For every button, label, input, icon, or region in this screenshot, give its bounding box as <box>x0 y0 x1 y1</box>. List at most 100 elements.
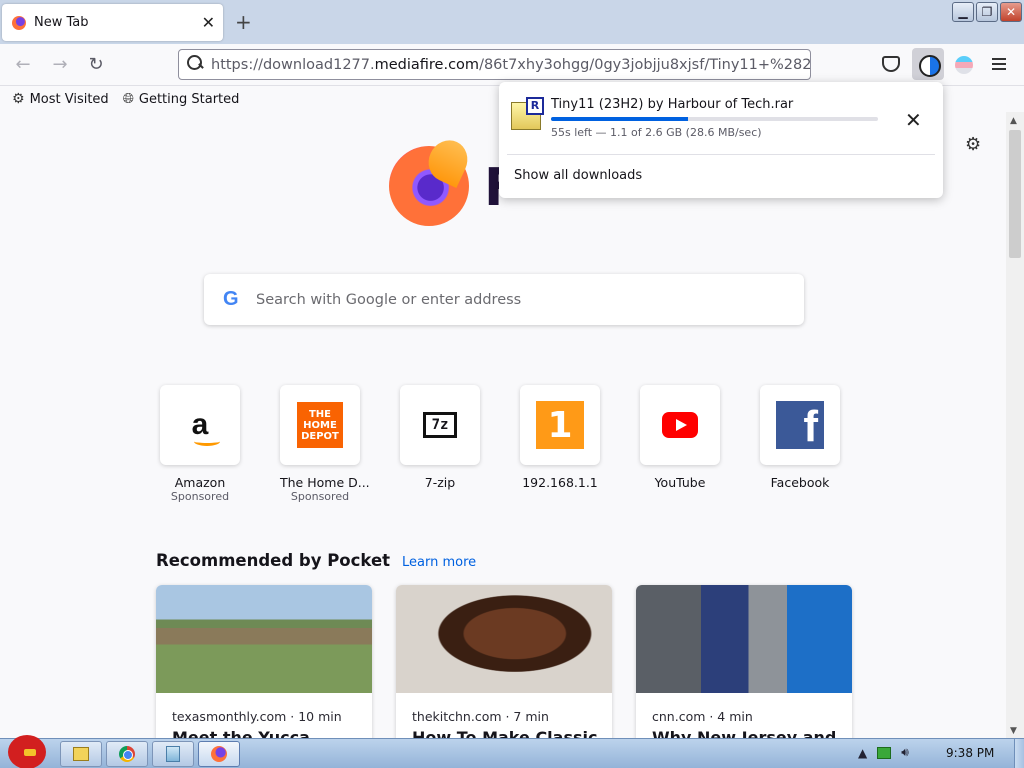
downloads-icon[interactable] <box>912 48 944 80</box>
rar-badge: R <box>526 97 544 115</box>
close-window-button[interactable]: ✕ <box>1000 2 1022 22</box>
account-icon[interactable] <box>955 56 973 74</box>
top-site-label: Amazon <box>174 475 226 490</box>
taskbar-explorer[interactable] <box>60 741 102 767</box>
pocket-heading: Recommended by Pocket <box>156 551 391 570</box>
taskbar-clock[interactable]: 9:38 PM <box>946 746 994 760</box>
system-tray: ▲ 🔊︎ <box>858 745 909 760</box>
network-icon[interactable] <box>877 746 892 759</box>
window-app-icon <box>166 746 180 762</box>
show-all-downloads-button[interactable]: Show all downloads <box>514 168 642 183</box>
restore-button[interactable]: ❐ <box>976 2 998 22</box>
card-source: thekitchn.com · 7 min <box>412 709 549 724</box>
top-site-sponsored: Sponsored <box>170 490 230 503</box>
card-title: Meet the Yucca <box>172 728 310 738</box>
top-site-facebook[interactable]: f Facebook <box>760 385 840 503</box>
downloads-panel: R Tiny11 (23H2) by Harbour of Tech.rar 5… <box>499 82 943 198</box>
pocket-icon[interactable] <box>882 56 900 72</box>
gear-icon: ⚙ <box>12 91 25 107</box>
top-site-label: YouTube <box>654 475 706 490</box>
close-tab-icon[interactable]: ✕ <box>202 13 215 32</box>
tab-strip: New Tab ✕ + ▁ ❐ ✕ <box>0 0 1024 44</box>
show-desktop-button[interactable] <box>1014 739 1024 768</box>
top-site-label: The Home D... <box>280 475 370 490</box>
taskbar-firefox[interactable] <box>198 741 240 767</box>
tray-arrow-icon[interactable]: ▲ <box>858 746 867 760</box>
pocket-cards: texasmonthly.com · 10 min Meet the Yucca… <box>156 585 852 738</box>
top-site-7zip[interactable]: 7z 7-zip <box>400 385 480 503</box>
pocket-card[interactable]: thekitchn.com · 7 min How To Make Classi… <box>396 585 612 738</box>
navigation-toolbar: ← → ↻ https://download1277.mediafire.com… <box>0 44 1024 86</box>
router-icon: 1 <box>536 401 584 449</box>
download-progress-fill <box>551 117 689 121</box>
volume-icon[interactable]: 🔊︎ <box>901 745 909 760</box>
panel-divider <box>507 154 935 155</box>
cancel-download-icon[interactable]: ✕ <box>905 108 922 132</box>
bookmark-most-visited[interactable]: ⚙ Most Visited <box>12 91 109 107</box>
amazon-icon: a <box>191 408 220 446</box>
search-icon <box>187 55 203 71</box>
tab-title: New Tab <box>34 15 89 30</box>
scrollbar-thumb[interactable] <box>1009 130 1021 258</box>
start-orb-icon <box>8 735 46 768</box>
url-text: https://download1277.mediafire.com/86t7x… <box>211 56 811 73</box>
top-site-amazon[interactable]: a Amazon Sponsored <box>160 385 240 503</box>
card-title: Why New Jersey and <box>652 728 837 738</box>
download-status: 55s left — 1.1 of 2.6 GB (28.6 MB/sec) <box>551 126 762 139</box>
pocket-card[interactable]: texasmonthly.com · 10 min Meet the Yucca <box>156 585 372 738</box>
bookmark-getting-started[interactable]: 🌐︎ Getting Started <box>123 91 240 107</box>
pocket-header: Recommended by Pocket Learn more <box>156 551 476 570</box>
forward-arrow-icon[interactable]: → <box>49 54 71 76</box>
taskbar-chrome[interactable] <box>106 741 148 767</box>
home-depot-icon: THE HOME DEPOT <box>297 402 343 448</box>
top-site-sponsored: Sponsored <box>290 490 350 503</box>
rar-file-icon: R <box>511 97 544 130</box>
back-arrow-icon[interactable]: ← <box>12 54 34 76</box>
card-title: How To Make Classic <box>412 728 598 738</box>
page-scrollbar[interactable]: ▲ ▼ <box>1006 112 1024 738</box>
taskbar-app[interactable] <box>152 741 194 767</box>
firefox-logo-icon <box>389 146 469 226</box>
firefox-icon <box>12 15 26 30</box>
new-tab-button[interactable]: + <box>235 10 252 34</box>
pocket-card[interactable]: cnn.com · 4 min Why New Jersey and <box>636 585 852 738</box>
card-image <box>156 585 372 693</box>
card-source: texasmonthly.com · 10 min <box>172 709 342 724</box>
settings-gear-icon[interactable]: ⚙ <box>965 134 981 155</box>
top-site-label: 192.168.1.1 <box>522 475 598 490</box>
youtube-icon <box>662 412 698 438</box>
globe-icon: 🌐︎ <box>122 91 134 107</box>
new-tab-page: F ⚙ G Search with Google or enter addres… <box>0 112 1006 738</box>
start-button[interactable] <box>4 731 50 768</box>
top-site-youtube[interactable]: YouTube <box>640 385 720 503</box>
folder-icon <box>73 747 89 761</box>
top-site-home-depot[interactable]: THE HOME DEPOT The Home D... Sponsored <box>280 385 370 503</box>
top-sites: a Amazon Sponsored THE HOME DEPOT The Ho… <box>160 385 840 503</box>
firefox-icon <box>211 746 227 762</box>
scroll-down-arrow-icon[interactable]: ▼ <box>1010 726 1017 736</box>
chrome-icon <box>119 746 135 762</box>
hamburger-menu-icon[interactable] <box>992 58 1006 70</box>
top-site-label: Facebook <box>770 475 830 490</box>
card-image <box>396 585 612 693</box>
card-image <box>636 585 852 693</box>
top-site-label: 7-zip <box>424 475 456 490</box>
window-controls: ▁ ❐ ✕ <box>952 2 1022 22</box>
taskbar: ▲ 🔊︎ 9:38 PM <box>0 735 1024 768</box>
download-progress-bar <box>551 117 878 121</box>
reload-icon[interactable]: ↻ <box>85 54 107 76</box>
search-placeholder: Search with Google or enter address <box>256 291 522 308</box>
card-source: cnn.com · 4 min <box>652 709 753 724</box>
facebook-icon: f <box>776 401 824 449</box>
google-icon: G <box>223 288 239 310</box>
search-input[interactable]: G Search with Google or enter address <box>204 274 804 325</box>
download-filename[interactable]: Tiny11 (23H2) by Harbour of Tech.rar <box>551 97 793 112</box>
7zip-icon: 7z <box>423 412 457 438</box>
minimize-button[interactable]: ▁ <box>952 2 974 22</box>
url-bar[interactable]: https://download1277.mediafire.com/86t7x… <box>178 49 811 80</box>
tab-new-tab[interactable]: New Tab ✕ <box>2 4 223 41</box>
scroll-up-arrow-icon[interactable]: ▲ <box>1010 116 1017 126</box>
learn-more-link[interactable]: Learn more <box>402 555 476 570</box>
top-site-router[interactable]: 1 192.168.1.1 <box>520 385 600 503</box>
bookmark-label: Most Visited <box>29 91 109 107</box>
